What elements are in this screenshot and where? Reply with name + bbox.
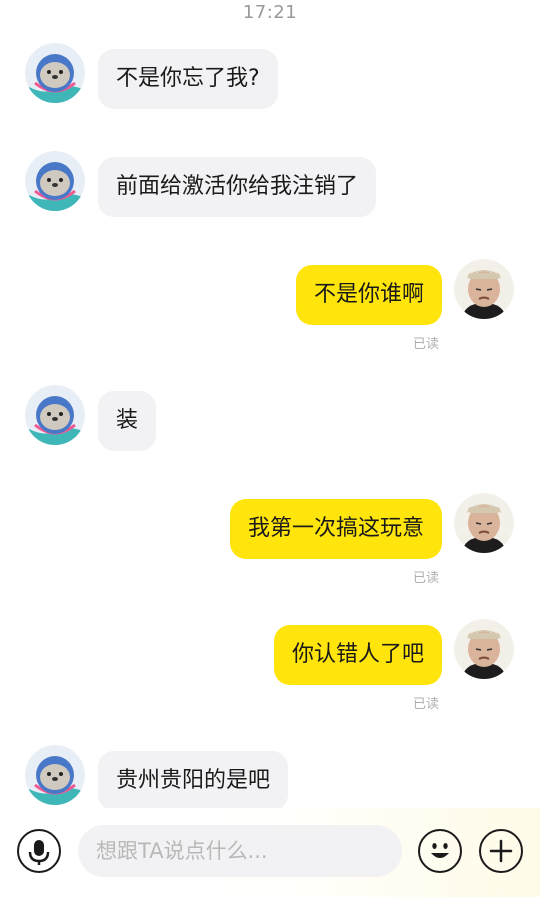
message-bubble-incoming[interactable]: 前面给激活你给我注销了 (98, 157, 377, 217)
plus-icon (489, 839, 513, 863)
my-avatar[interactable] (454, 619, 514, 679)
user-photo-avatar (454, 259, 514, 319)
user-photo-avatar (454, 493, 514, 553)
seal-avatar-icon (25, 43, 85, 103)
microphone-icon (28, 840, 50, 865)
message-bubble-incoming[interactable]: 贵州贵阳的是吧 (98, 751, 289, 811)
message-bubble-outgoing[interactable]: 你认错人了吧 (273, 625, 442, 685)
contact-avatar[interactable] (25, 151, 85, 211)
input-bar (0, 808, 540, 897)
my-avatar[interactable] (454, 259, 514, 319)
seal-avatar-icon (25, 745, 85, 805)
message-bubble-incoming[interactable]: 装 (98, 391, 157, 451)
seal-avatar-icon (25, 151, 85, 211)
more-button[interactable] (479, 829, 523, 873)
read-receipt: 已读 (413, 697, 440, 712)
seal-avatar-icon (25, 385, 85, 445)
message-bubble-outgoing[interactable]: 我第一次搞这玩意 (229, 499, 442, 559)
smiley-icon (431, 843, 449, 858)
voice-button[interactable] (17, 829, 61, 873)
read-receipt: 已读 (413, 571, 440, 586)
contact-avatar[interactable] (25, 385, 85, 445)
contact-avatar[interactable] (25, 43, 85, 103)
message-bubble-outgoing[interactable]: 不是你谁啊 (295, 265, 442, 325)
read-receipt: 已读 (413, 337, 440, 352)
contact-avatar[interactable] (25, 745, 85, 805)
user-photo-avatar (454, 619, 514, 679)
message-timestamp: 17:21 (242, 2, 298, 23)
message-bubble-incoming[interactable]: 不是你忘了我? (98, 49, 278, 109)
my-avatar[interactable] (454, 493, 514, 553)
emoji-button[interactable] (418, 829, 462, 873)
message-input[interactable] (78, 825, 402, 877)
